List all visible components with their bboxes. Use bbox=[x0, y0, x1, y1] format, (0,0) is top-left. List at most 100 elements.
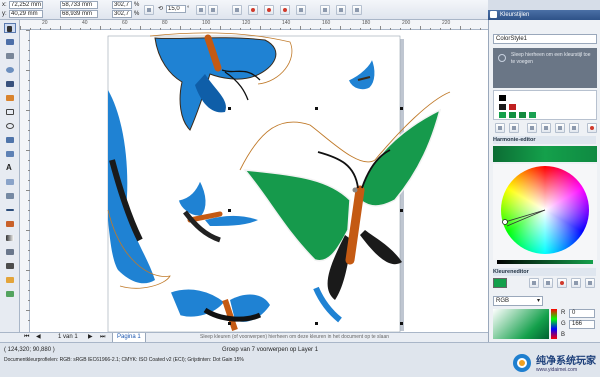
color-mode-icon[interactable] bbox=[557, 278, 567, 288]
horizontal-ruler[interactable]: 20 40 60 80 100 120 140 160 180 200 220 bbox=[20, 20, 488, 30]
ruler-label: 80 bbox=[162, 20, 168, 26]
rectangle-tool-icon[interactable] bbox=[4, 107, 16, 117]
g-label: G bbox=[561, 321, 566, 327]
swap-icon[interactable] bbox=[543, 278, 553, 288]
next-page-icon[interactable]: ▶ bbox=[88, 333, 93, 342]
hue-bar[interactable] bbox=[551, 309, 557, 339]
drawing-canvas[interactable] bbox=[30, 30, 488, 332]
connector-tool-icon[interactable] bbox=[4, 205, 16, 215]
shape-tool-icon[interactable] bbox=[4, 37, 16, 47]
color-wheel-icon[interactable] bbox=[495, 123, 505, 133]
height-field[interactable]: 68,939 mm bbox=[60, 10, 98, 18]
watermark: 纯净系统玩家 www.yidaimei.com bbox=[512, 352, 596, 373]
scale-x-field[interactable]: 302,7 bbox=[112, 1, 132, 9]
mirror-v-icon[interactable] bbox=[208, 5, 218, 15]
combine-icon[interactable] bbox=[280, 5, 290, 15]
fill-tool-icon[interactable] bbox=[4, 275, 16, 285]
eyedropper-tool-icon[interactable] bbox=[4, 247, 16, 257]
blend-tool-icon[interactable] bbox=[4, 219, 16, 229]
current-color-swatch bbox=[493, 278, 507, 288]
interactive-fill-icon[interactable] bbox=[4, 289, 16, 299]
outline-pen-icon[interactable] bbox=[4, 261, 16, 271]
palette-icon[interactable] bbox=[571, 278, 581, 288]
swatch[interactable] bbox=[518, 111, 527, 119]
harmony-editor-heading[interactable]: Harmonie-editor bbox=[493, 136, 596, 144]
scale-y-field[interactable]: 302,7 bbox=[112, 10, 132, 18]
x-label: x: bbox=[2, 2, 7, 8]
swatch[interactable] bbox=[508, 111, 517, 119]
prev-page-icon[interactable]: ◀ bbox=[36, 333, 41, 342]
width-field[interactable]: 58,733 mm bbox=[60, 1, 98, 9]
ruler-label: 160 bbox=[322, 20, 331, 26]
center-marker bbox=[352, 187, 358, 193]
watermark-title: 纯净系统玩家 bbox=[536, 356, 596, 367]
swatch[interactable] bbox=[528, 111, 537, 119]
smart-fill-icon[interactable] bbox=[4, 93, 16, 103]
last-page-icon[interactable]: ⏭ bbox=[100, 333, 105, 342]
ruler-label: 40 bbox=[82, 20, 88, 26]
swatch[interactable] bbox=[498, 103, 507, 111]
new-style-icon[interactable] bbox=[527, 123, 537, 133]
swatch[interactable] bbox=[498, 94, 507, 102]
color-model-value: RGB bbox=[496, 298, 510, 304]
pick-color-icon[interactable] bbox=[529, 278, 539, 288]
export-icon[interactable] bbox=[569, 123, 579, 133]
eyedropper-icon[interactable] bbox=[509, 123, 519, 133]
swatch[interactable] bbox=[498, 111, 507, 119]
vertical-ruler[interactable] bbox=[20, 30, 30, 332]
polygon-tool-icon[interactable] bbox=[4, 135, 16, 145]
crop-tool-icon[interactable] bbox=[4, 51, 16, 61]
to-back-icon[interactable] bbox=[336, 5, 346, 15]
color-profiles[interactable]: Documentkleurprofielen: RGB: sRGB IEC619… bbox=[4, 357, 244, 363]
ruler-label: 60 bbox=[122, 20, 128, 26]
percent-x-label: % bbox=[134, 2, 140, 8]
ruler-label: 100 bbox=[202, 20, 211, 26]
harmony-strip[interactable] bbox=[493, 146, 597, 162]
ruler-label: 200 bbox=[402, 20, 411, 26]
swatch-area[interactable] bbox=[493, 90, 597, 120]
options-icon[interactable] bbox=[585, 278, 595, 288]
docker-icon bbox=[490, 11, 497, 18]
pick-tool-icon[interactable] bbox=[4, 23, 16, 33]
align-icon[interactable] bbox=[352, 5, 362, 15]
zoom-tool-icon[interactable] bbox=[4, 65, 16, 75]
swatch[interactable] bbox=[508, 103, 517, 111]
color-wheel-area[interactable] bbox=[493, 164, 597, 260]
color-picker-square[interactable] bbox=[493, 309, 549, 339]
new-harmony-icon[interactable] bbox=[541, 123, 551, 133]
mirror-h-icon[interactable] bbox=[196, 5, 206, 15]
artwork[interactable] bbox=[30, 30, 488, 332]
import-icon[interactable] bbox=[555, 123, 565, 133]
break-apart-icon[interactable] bbox=[296, 5, 306, 15]
rotation-field[interactable]: 15,0 bbox=[166, 5, 186, 13]
style-name-field[interactable]: ColorStyle1 bbox=[493, 34, 597, 44]
g-field[interactable]: 166 bbox=[569, 320, 595, 329]
ruler-label: 220 bbox=[442, 20, 451, 26]
to-front-icon[interactable] bbox=[320, 5, 330, 15]
color-editor-heading[interactable]: Kleureneditor bbox=[493, 268, 596, 276]
style-drop-zone[interactable]: Sleep hierheen om een kleurstijl toe te … bbox=[493, 48, 597, 88]
ungroup-all-icon[interactable] bbox=[264, 5, 274, 15]
watermark-url: www.yidaimei.com bbox=[536, 367, 578, 373]
toolbox: A bbox=[0, 20, 20, 332]
lock-ratio-icon[interactable] bbox=[144, 5, 154, 15]
basic-shapes-icon[interactable] bbox=[4, 149, 16, 159]
transparency-tool-icon[interactable] bbox=[4, 233, 16, 243]
ruler-label: 180 bbox=[362, 20, 371, 26]
delete-icon[interactable] bbox=[587, 123, 597, 133]
r-field[interactable]: 0 bbox=[569, 309, 595, 318]
color-drop-hint: Sleep kleuren (of voorwerpen) hierheen o… bbox=[200, 334, 390, 340]
value-slider[interactable] bbox=[497, 260, 593, 264]
x-field[interactable]: 72,252 mm bbox=[9, 1, 43, 9]
color-model-select[interactable]: RGB ▾ bbox=[493, 296, 543, 306]
text-tool-icon[interactable]: A bbox=[4, 163, 16, 173]
ruler-label: 120 bbox=[242, 20, 251, 26]
dimension-tool-icon[interactable] bbox=[4, 191, 16, 201]
y-field[interactable]: 40,29 mm bbox=[9, 10, 43, 18]
group-icon[interactable] bbox=[232, 5, 242, 15]
first-page-icon[interactable]: ⏮ bbox=[24, 333, 29, 342]
freehand-tool-icon[interactable] bbox=[4, 79, 16, 89]
table-tool-icon[interactable] bbox=[4, 177, 16, 187]
ellipse-tool-icon[interactable] bbox=[4, 121, 16, 131]
ungroup-icon[interactable] bbox=[248, 5, 258, 15]
